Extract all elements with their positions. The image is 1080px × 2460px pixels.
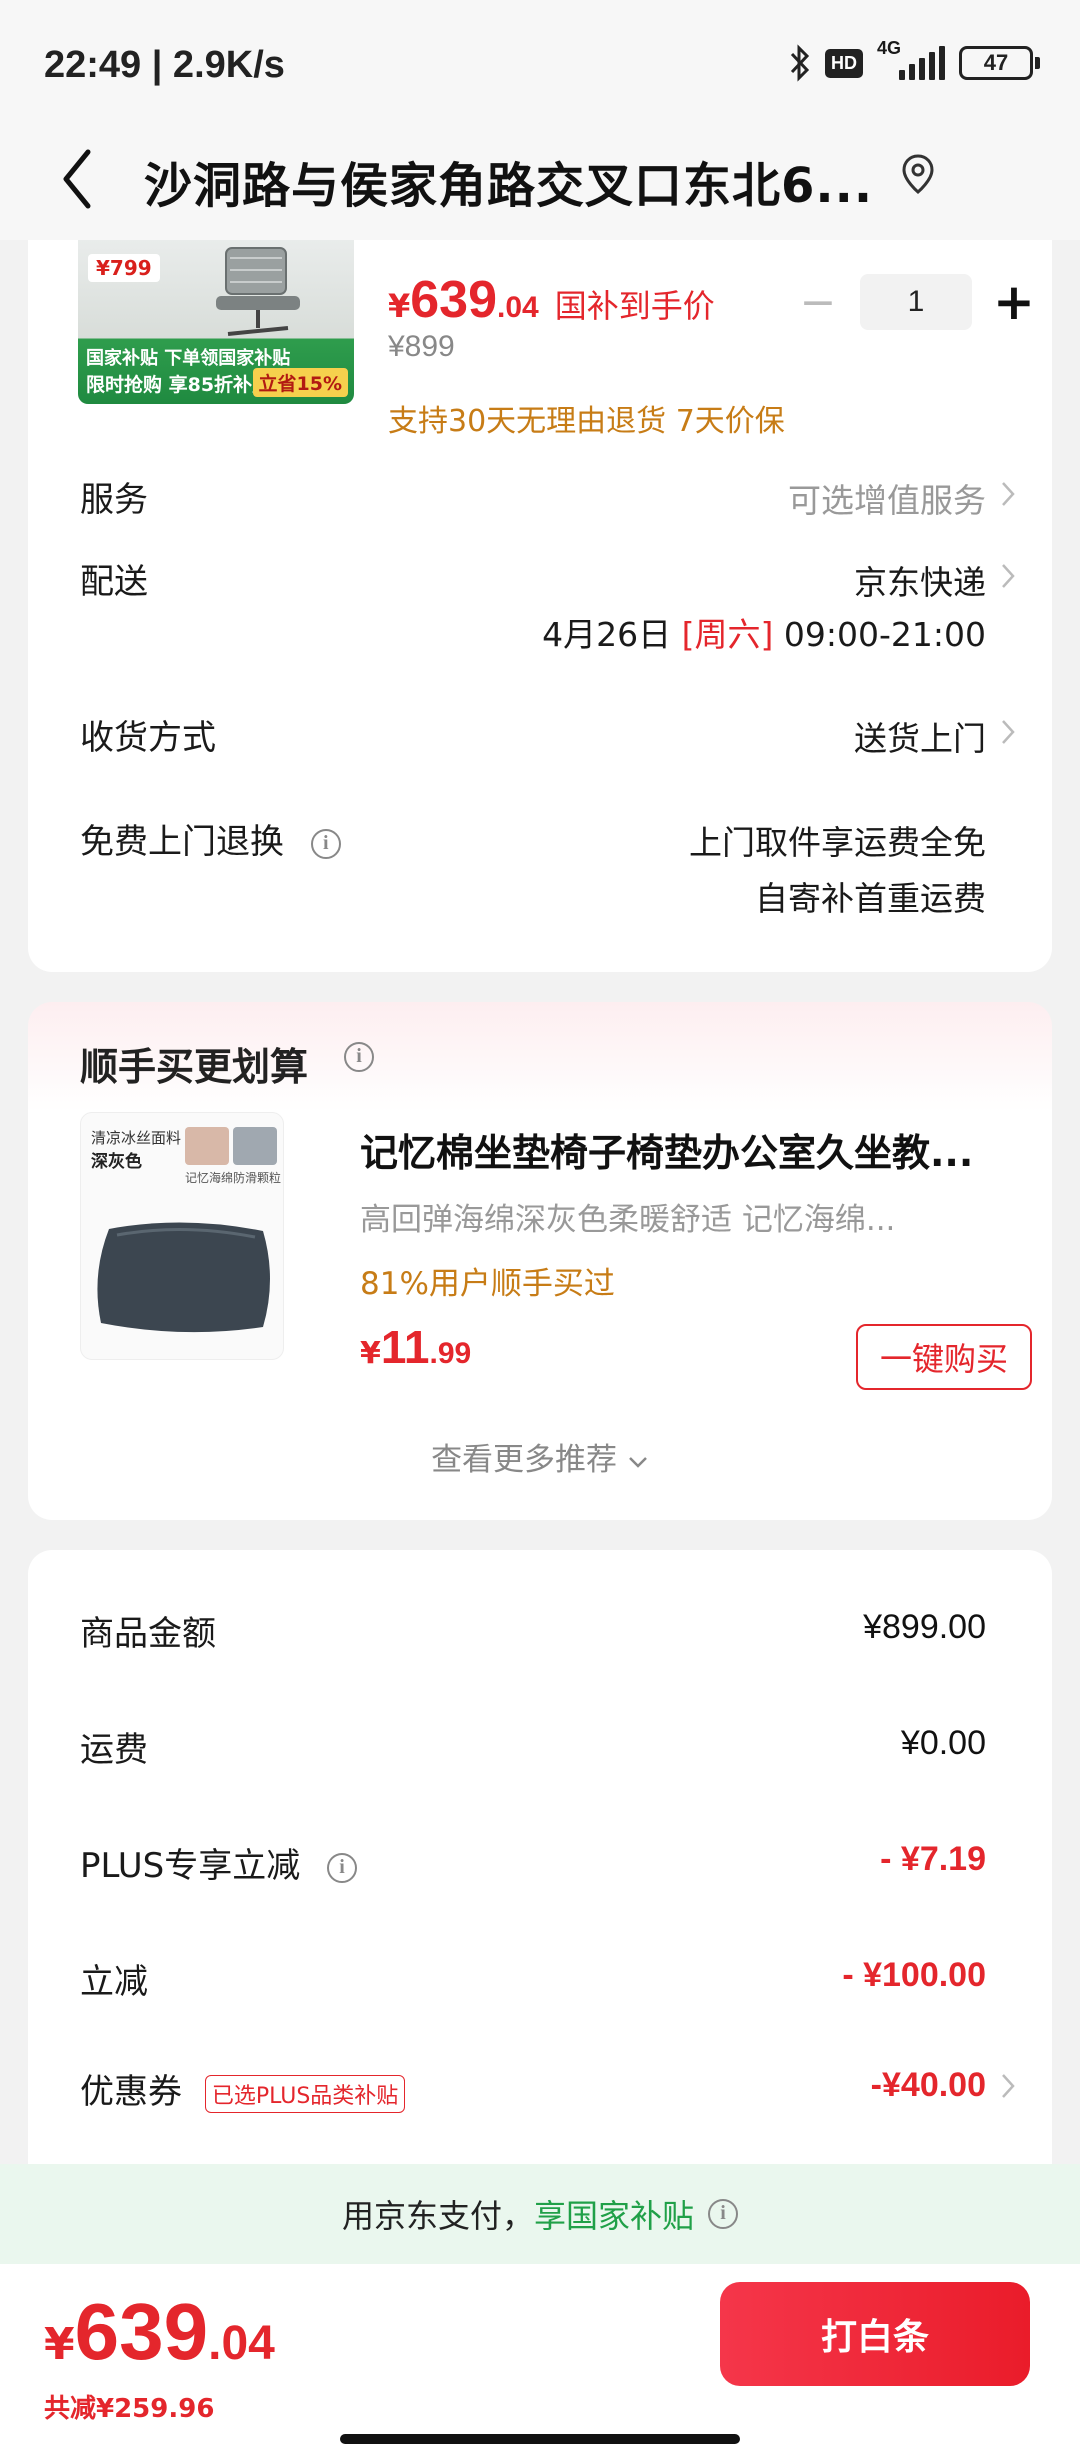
one-click-buy-button[interactable]: 一键购买 (856, 1324, 1032, 1390)
recommend-desc: 高回弹海绵深灰色柔暖舒适 记忆海绵... (360, 1202, 896, 1238)
address-title[interactable]: 沙洞路与侯家角路交叉口东北6... (144, 146, 884, 216)
recommend-image-text2: 深灰色 (91, 1152, 142, 1172)
quantity-stepper: − 1 + (788, 273, 1044, 331)
chevron-right-icon[interactable] (1000, 480, 1016, 508)
recommend-name[interactable]: 记忆棉坐垫椅子椅垫办公室久坐教... (360, 1122, 1020, 1177)
price-decimal: .99 (429, 1337, 472, 1370)
total-saved[interactable]: 共减¥259.96 (44, 2388, 214, 2425)
price-integer: 11 (380, 1321, 430, 1373)
status-time: 22:49 | 2.9K/s (44, 44, 285, 86)
bluetooth-icon (790, 44, 810, 82)
original-price: ¥899 (388, 330, 455, 363)
product-image-discount: 立省15% (252, 368, 348, 397)
pay-banner-text: 用京东支付， (341, 2197, 534, 2235)
service-value[interactable]: 可选增值服务 (788, 474, 986, 522)
shipping-label: 运费 (80, 1730, 148, 1770)
price-decimal: .04 (497, 291, 539, 324)
foam-swatch (185, 1127, 229, 1165)
price-integer: 639 (410, 271, 498, 329)
back-arrow-icon[interactable] (58, 144, 98, 214)
cushion-image (97, 1222, 270, 1333)
chevron-right-icon[interactable] (1000, 718, 1016, 746)
jd-pay-banner[interactable]: 用京东支付， 享国家补贴 i (0, 2164, 1080, 2264)
header: 沙洞路与侯家角路交叉口东北6... (0, 130, 1080, 240)
delivery-value[interactable]: 京东快递 (854, 556, 986, 604)
goods-amount-label: 商品金额 (80, 1614, 216, 1654)
coupon-value[interactable]: -¥40.00 (871, 2066, 986, 2105)
product-price: ¥ 639 .04 国补到手价 (388, 270, 715, 330)
total-price: ¥ 639 .04 (44, 2286, 275, 2378)
increase-button[interactable]: + (984, 273, 1044, 331)
instant-discount-value: - ¥100.00 (842, 1956, 986, 1994)
network-type: 4G (877, 38, 902, 58)
info-icon[interactable]: i (344, 1042, 374, 1072)
recommend-image-cap1: 记忆海绵 (185, 1171, 234, 1185)
summary-card: 商品金额 ¥899.00 运费 ¥0.00 PLUS专享立减 i - ¥7.19… (28, 1550, 1052, 2190)
status-icons: HD 4G 47 (789, 38, 1040, 82)
coupon-tag: 已选PLUS品类补贴 (204, 2074, 406, 2113)
grip-swatch (233, 1127, 277, 1165)
free-return-label: 免费上门退换 i (80, 814, 341, 863)
total-integer: 639 (74, 2287, 209, 2376)
chevron-right-icon[interactable] (1000, 562, 1016, 590)
recommend-title: 顺手买更划算 (80, 1045, 309, 1089)
quantity-field[interactable]: 1 (860, 274, 972, 330)
coupon-label[interactable]: 优惠券 已选PLUS品类补贴 (80, 2064, 406, 2113)
location-pin-icon[interactable] (900, 152, 936, 198)
delivery-date: 4月26日 (542, 615, 672, 654)
instant-discount-label: 立减 (80, 1962, 148, 2002)
chevron-down-icon (629, 1456, 647, 1468)
receive-value[interactable]: 送货上门 (854, 712, 986, 760)
battery-level: 47 (959, 46, 1033, 80)
currency-symbol: ¥ (388, 287, 411, 325)
delivery-weekday: [周六] (681, 615, 774, 654)
recommend-image-cap2: 防滑颗粒 (233, 1171, 282, 1185)
price-tag: 国补到手价 (554, 287, 715, 325)
delivery-time[interactable]: 4月26日 [周六] 09:00-21:00 (542, 608, 986, 656)
service-label: 服务 (80, 480, 148, 520)
free-return-value1: 上门取件享运费全免 (689, 823, 986, 862)
more-recommend-label: 查看更多推荐 (431, 1442, 618, 1478)
chevron-right-icon[interactable] (1000, 2072, 1016, 2100)
currency-symbol: ¥ (360, 1336, 381, 1371)
decrease-button[interactable]: − (788, 274, 848, 330)
delivery-label: 配送 (80, 562, 148, 602)
product-image-badge: ¥799 (88, 254, 160, 282)
plus-discount-text: PLUS专享立减 (80, 1846, 301, 1886)
product-card: ¥799 国家补贴 下单领国家补贴 限时抢购 享85折补贴 立省15% ¥ 63… (28, 240, 1052, 972)
recommend-image[interactable]: 清凉冰丝面料 深灰色 记忆海绵 防滑颗粒 (80, 1112, 284, 1360)
recommend-price: ¥ 11 .99 (360, 1320, 471, 1374)
status-bar: 22:49 | 2.9K/s HD 4G 47 (0, 0, 1080, 130)
battery-icon: 47 (959, 46, 1040, 80)
pay-button[interactable]: 打白条 (720, 2282, 1030, 2386)
info-icon[interactable]: i (708, 2199, 739, 2229)
free-return-value2: 自寄补首重运费 (755, 879, 986, 918)
recommend-image-text1: 清凉冰丝面料 (91, 1129, 182, 1147)
product-image-text2: 限时抢购 享85折补贴 (86, 374, 272, 396)
plus-discount-value: - ¥7.19 (880, 1840, 986, 1878)
info-icon[interactable]: i (310, 828, 341, 859)
total-decimal: .04 (208, 2317, 275, 2370)
chair-image (216, 247, 300, 336)
receive-label: 收货方式 (80, 718, 216, 758)
signal-icon: 4G (877, 38, 945, 80)
coupon-text: 优惠券 (80, 2072, 182, 2112)
hd-icon: HD (825, 48, 863, 78)
checkout-bar: ¥ 639 .04 共减¥259.96 打白条 (0, 2264, 1080, 2460)
more-recommend-link[interactable]: 查看更多推荐 (28, 1434, 1052, 1479)
product-image[interactable]: ¥799 国家补贴 下单领国家补贴 限时抢购 享85折补贴 立省15% (78, 240, 354, 404)
recommend-card: 顺手买更划算 i 清凉冰丝面料 深灰色 记忆海绵 防滑颗粒 记忆棉坐垫椅子椅垫办… (28, 1002, 1052, 1520)
pay-banner-highlight: 享国家补贴 (534, 2197, 695, 2235)
service-promise: 支持30天无理由退货 7天价保 (388, 404, 785, 439)
home-indicator[interactable] (340, 2434, 740, 2444)
recommend-bought: 81%用户顺手买过 (360, 1266, 615, 1302)
plus-discount-label: PLUS专享立减 i (80, 1838, 358, 1887)
product-image-text1: 国家补贴 下单领国家补贴 (86, 348, 291, 369)
shipping-value: ¥0.00 (900, 1724, 986, 1762)
free-return-text: 免费上门退换 (80, 822, 284, 862)
delivery-window: 09:00-21:00 (783, 615, 986, 654)
info-icon[interactable]: i (327, 1852, 358, 1883)
goods-amount-value: ¥899.00 (863, 1608, 986, 1646)
currency-symbol: ¥ (44, 2319, 75, 2370)
